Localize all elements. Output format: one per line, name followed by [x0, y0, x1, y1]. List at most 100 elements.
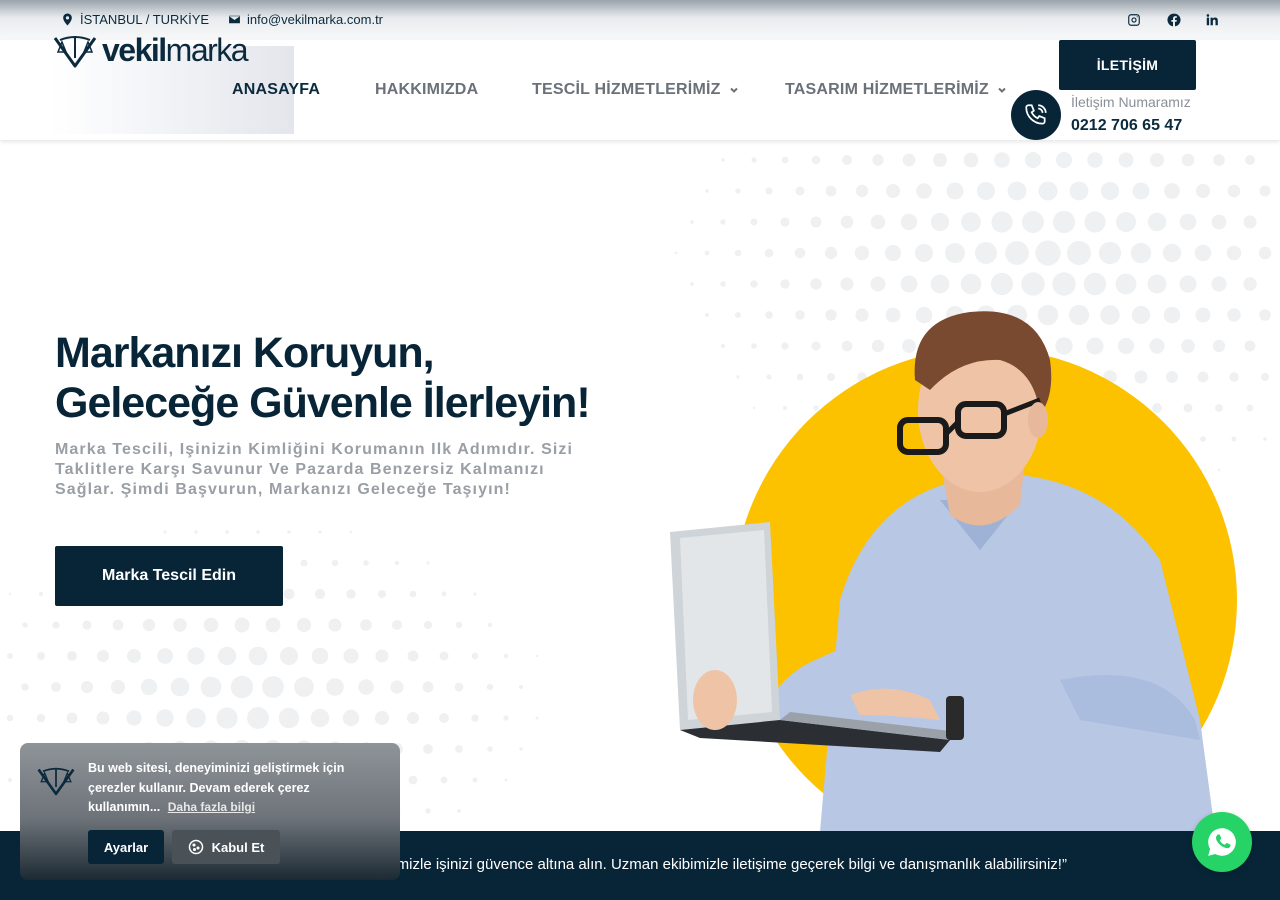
background-dot	[328, 618, 342, 632]
phone-call-button[interactable]	[1011, 90, 1061, 140]
instagram-link[interactable]	[1125, 11, 1143, 29]
site-logo[interactable]: vekilmarka	[52, 32, 249, 68]
background-dot	[977, 182, 995, 200]
cookie-more-info-link[interactable]: Daha fazla bilgi	[168, 800, 255, 814]
background-dot	[97, 650, 109, 662]
cookie-icon	[188, 839, 203, 855]
background-dot	[156, 709, 174, 727]
background-dot	[975, 242, 997, 264]
background-dot	[454, 682, 464, 692]
background-dot	[720, 281, 726, 287]
background-dot	[1259, 309, 1271, 321]
background-dot	[842, 155, 852, 165]
background-dot	[439, 651, 449, 661]
register-trademark-button[interactable]: Marka Tescil Edin	[55, 546, 283, 606]
background-dot	[690, 282, 694, 286]
background-dot	[425, 808, 431, 814]
background-dot	[265, 617, 281, 633]
facebook-link[interactable]	[1165, 11, 1183, 29]
email-info[interactable]: info@vekilmarka.com.tr	[228, 12, 383, 27]
background-dot	[1243, 277, 1257, 291]
location-text: İSTANBUL / TURKİYE	[80, 12, 210, 27]
nav-registration[interactable]: TESCİL HİZMETLERİMİZ	[532, 81, 739, 99]
background-dot	[991, 211, 1013, 233]
nav-registration-label: TESCİL HİZMETLERİMİZ	[532, 81, 721, 98]
facebook-icon	[1167, 13, 1181, 27]
background-dot	[1213, 154, 1225, 166]
background-dot	[326, 678, 344, 696]
phone-label: İletişim Numaramız	[1071, 94, 1191, 110]
background-dot	[426, 561, 430, 565]
background-dot	[750, 218, 758, 226]
background-dot	[705, 189, 709, 193]
background-dot	[900, 275, 918, 293]
contact-button[interactable]: İLETİŞİM	[1059, 40, 1196, 90]
background-dot	[127, 649, 141, 663]
nav-home[interactable]: ANASAYFA	[232, 81, 320, 99]
background-dot	[314, 588, 326, 600]
background-dot	[946, 182, 964, 200]
email-link[interactable]: info@vekilmarka.com.tr	[247, 12, 383, 27]
background-dot	[1067, 241, 1091, 265]
background-dot	[439, 713, 449, 723]
background-dot	[318, 530, 322, 534]
background-dot	[374, 710, 390, 726]
background-dot	[163, 530, 167, 534]
background-dot	[1038, 181, 1058, 201]
background-dot	[1021, 272, 1045, 296]
background-dot	[884, 244, 902, 262]
background-dot	[112, 619, 124, 631]
background-dot	[7, 653, 13, 659]
background-dot	[349, 530, 353, 534]
background-dot	[142, 618, 156, 632]
linkedin-link[interactable]	[1203, 11, 1221, 29]
background-dot	[1100, 181, 1120, 201]
background-dot	[734, 249, 742, 257]
background-dot	[358, 679, 374, 695]
background-dot	[990, 272, 1014, 296]
background-dot	[331, 559, 339, 567]
background-dot	[1226, 245, 1242, 261]
hero-man-with-laptop-image	[670, 311, 1260, 832]
background-dot	[1147, 212, 1167, 232]
background-dot	[294, 677, 314, 697]
background-dot	[855, 184, 869, 198]
background-dot	[960, 273, 982, 295]
background-dot	[471, 652, 479, 660]
background-dot	[6, 714, 14, 722]
background-dot	[1263, 437, 1267, 441]
background-dot	[1005, 241, 1029, 265]
background-dot	[300, 559, 308, 567]
background-dot	[1098, 241, 1122, 265]
background-dot	[963, 152, 979, 168]
background-dot	[1007, 181, 1027, 201]
background-dot	[21, 683, 29, 691]
nav-design[interactable]: TASARIM HİZMETLERİMİZ	[785, 81, 1007, 99]
background-dot	[519, 747, 523, 751]
background-dot	[52, 621, 60, 629]
instagram-icon	[1128, 14, 1140, 26]
nav-about[interactable]: HAKKIMIZDA	[375, 81, 478, 99]
cookie-settings-button[interactable]: Ayarlar	[88, 830, 164, 864]
background-dot	[1195, 183, 1211, 199]
background-dot	[1181, 153, 1195, 167]
background-dot	[422, 681, 434, 693]
background-dot	[704, 250, 710, 256]
background-dot	[1147, 274, 1167, 294]
background-dot	[902, 153, 916, 167]
cookie-message: Bu web sitesi, deneyiminizi geliştirmek …	[88, 759, 378, 818]
background-dot	[1194, 244, 1212, 262]
background-dot	[1052, 210, 1076, 234]
phone-number[interactable]: 0212 706 65 47	[1071, 117, 1182, 135]
cookie-accept-button[interactable]: Kabul Et	[172, 830, 280, 864]
background-dot	[140, 678, 158, 696]
whatsapp-chat-button[interactable]	[1192, 812, 1252, 872]
background-dot	[36, 713, 46, 723]
background-dot	[22, 622, 28, 628]
background-dot	[203, 617, 219, 633]
background-dot	[407, 650, 419, 662]
background-dot	[363, 560, 369, 566]
chevron-down-icon	[998, 87, 1006, 93]
background-dot	[217, 646, 237, 666]
background-dot	[721, 158, 725, 162]
